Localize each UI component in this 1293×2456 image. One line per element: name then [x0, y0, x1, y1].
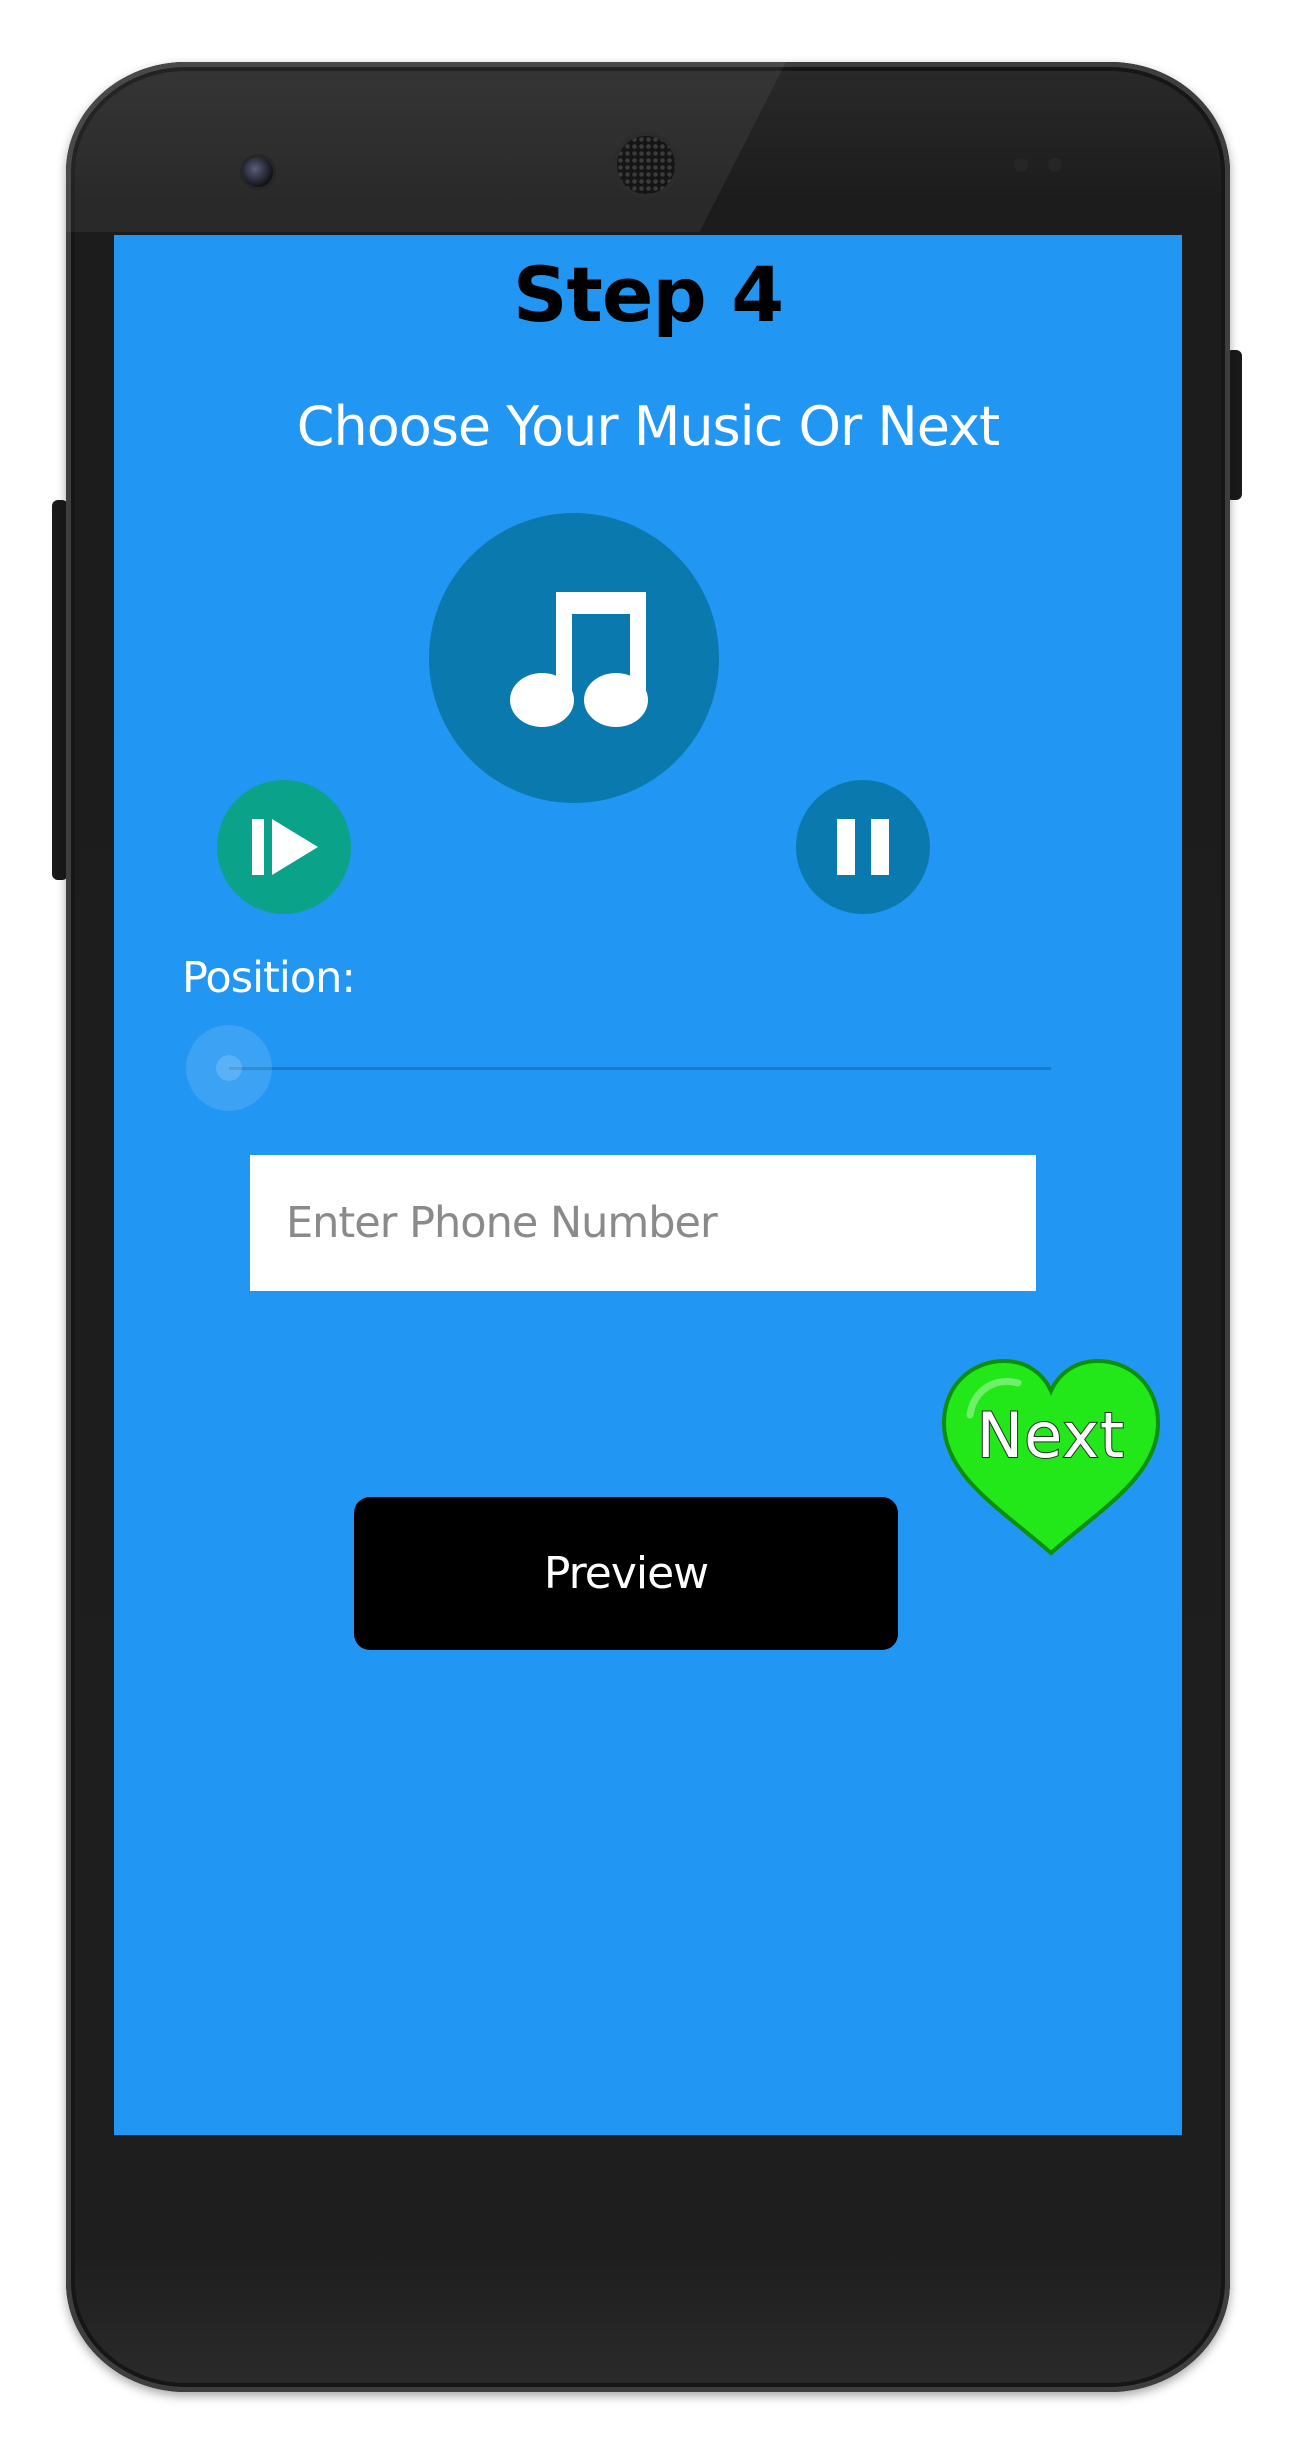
- pause-button[interactable]: [796, 780, 930, 914]
- proximity-sensor: [1014, 158, 1028, 172]
- play-button[interactable]: [217, 780, 351, 914]
- pause-icon: [837, 819, 889, 875]
- next-label: Next: [976, 1398, 1126, 1473]
- play-icon: [252, 819, 318, 875]
- page-title: Step 4: [512, 250, 784, 339]
- preview-button[interactable]: Preview: [354, 1497, 898, 1650]
- music-note-icon: [510, 592, 648, 727]
- page-subtitle: Choose Your Music Or Next: [296, 395, 1000, 458]
- light-sensor: [1048, 158, 1062, 172]
- device-mockup: Step 4 Choose Your Music Or Next Positio…: [0, 0, 1293, 2456]
- seek-bar[interactable]: [229, 1067, 1051, 1070]
- seek-thumb[interactable]: [216, 1055, 242, 1081]
- app-screen: Step 4 Choose Your Music Or Next Positio…: [114, 235, 1182, 2135]
- position-label: Position:: [182, 953, 356, 1003]
- phone-number-input[interactable]: [250, 1155, 1036, 1291]
- choose-music-button[interactable]: [429, 513, 719, 803]
- earpiece-speaker: [617, 136, 675, 194]
- next-button[interactable]: Next: [934, 1355, 1174, 1567]
- front-camera: [243, 157, 273, 187]
